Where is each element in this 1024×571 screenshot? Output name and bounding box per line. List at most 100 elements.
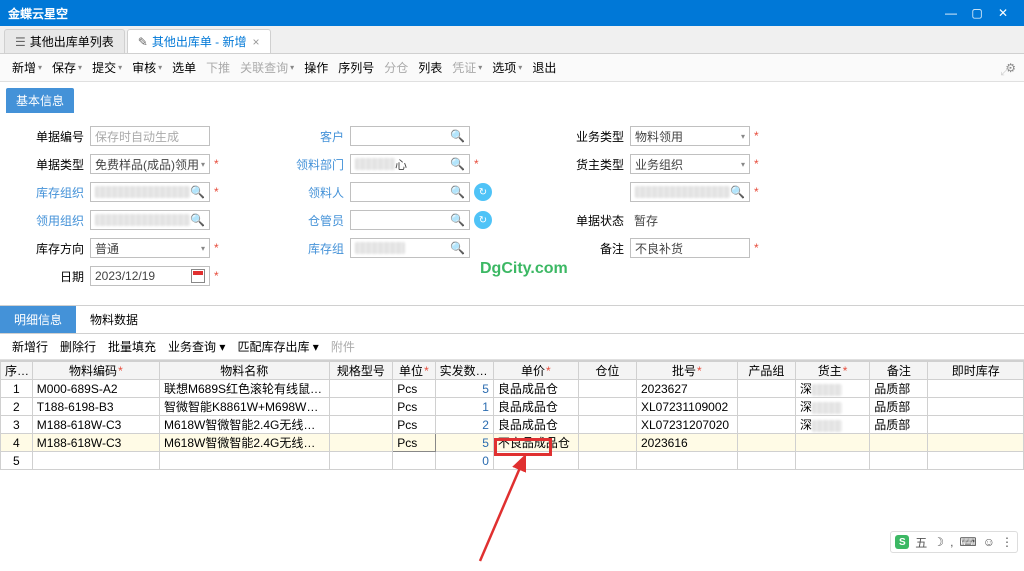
store-mgr-input[interactable]: 🔍 bbox=[350, 210, 470, 230]
tab-close-icon[interactable]: × bbox=[253, 35, 260, 49]
table-cell[interactable]: 良品成品仓 bbox=[493, 380, 578, 398]
table-cell[interactable]: 2023616 bbox=[636, 434, 737, 452]
tool-push[interactable]: 下推 bbox=[202, 57, 234, 78]
table-cell[interactable] bbox=[928, 434, 1024, 452]
table-cell[interactable]: M000-689S-A2 bbox=[32, 380, 159, 398]
table-cell[interactable]: Pcs bbox=[393, 398, 435, 416]
table-row[interactable]: 3M188-618W-C3M618W智微智能2.4G无线鼠标丝印 "3Pcs2良… bbox=[1, 416, 1024, 434]
ime-keyboard-icon[interactable]: ⌨ bbox=[959, 535, 976, 549]
table-row[interactable]: 2T188-6198-B3智微智能K8861W+M698W无线键鼠套Pcs1良品… bbox=[1, 398, 1024, 416]
table-cell[interactable]: Pcs bbox=[393, 434, 435, 452]
refresh-icon[interactable]: ↻ bbox=[474, 183, 492, 201]
doc-no-input[interactable]: 保存时自动生成 bbox=[90, 126, 210, 146]
table-cell[interactable] bbox=[329, 380, 393, 398]
tool-serial[interactable]: 序列号 bbox=[334, 57, 378, 78]
table-cell[interactable]: M618W智微智能2.4G无线鼠标丝印 "3 bbox=[160, 416, 330, 434]
detail-grid[interactable]: 序号 物料编码* 物料名称 规格型号 单位* 实发数量* 单价* 仓位 批号* … bbox=[0, 360, 1024, 470]
date-input[interactable]: 2023/12/19 bbox=[90, 266, 210, 286]
table-cell[interactable]: Pcs bbox=[393, 380, 435, 398]
table-cell[interactable]: 5 bbox=[435, 380, 493, 398]
table-cell[interactable] bbox=[737, 398, 795, 416]
table-cell[interactable] bbox=[928, 452, 1024, 470]
table-cell[interactable]: 品质部 bbox=[870, 416, 928, 434]
table-cell[interactable] bbox=[737, 416, 795, 434]
tool-voucher[interactable]: 凭证▾ bbox=[448, 57, 486, 78]
stock-org-input[interactable]: 🔍 bbox=[90, 182, 210, 202]
table-cell[interactable] bbox=[928, 398, 1024, 416]
tool-select-doc[interactable]: 选单 bbox=[168, 57, 200, 78]
recv-person-input[interactable]: 🔍 bbox=[350, 182, 470, 202]
table-cell[interactable] bbox=[578, 434, 636, 452]
btn-match-stock[interactable]: 匹配库存出库 ▾ bbox=[233, 336, 322, 357]
table-cell[interactable]: 深 bbox=[795, 398, 869, 416]
tool-assoc[interactable]: 关联查询▾ bbox=[236, 57, 298, 78]
table-cell[interactable] bbox=[737, 380, 795, 398]
table-cell[interactable]: M618W智微智能2.4G无线鼠标丝印 "3 bbox=[160, 434, 330, 452]
tool-options[interactable]: 选项▾ bbox=[488, 57, 526, 78]
table-cell[interactable]: 联想M689S红色滚轮有线鼠标（工业包 bbox=[160, 380, 330, 398]
table-cell[interactable]: 2 bbox=[435, 416, 493, 434]
table-cell[interactable] bbox=[928, 380, 1024, 398]
btn-batch-fill[interactable]: 批量填充 bbox=[104, 336, 160, 357]
owner-blank-input[interactable]: 🔍 bbox=[630, 182, 750, 202]
table-cell[interactable] bbox=[578, 452, 636, 470]
table-cell[interactable]: 品质部 bbox=[870, 380, 928, 398]
table-cell[interactable]: M188-618W-C3 bbox=[32, 416, 159, 434]
btn-attach[interactable]: 附件 bbox=[327, 336, 359, 357]
ime-lang[interactable]: 五 bbox=[915, 534, 927, 551]
table-cell[interactable] bbox=[578, 416, 636, 434]
tab-new-doc[interactable]: ✎ 其他出库单 - 新增 × bbox=[127, 29, 271, 53]
biz-type-select[interactable]: 物料领用▾ bbox=[630, 126, 750, 146]
table-cell[interactable] bbox=[737, 434, 795, 452]
expand-icon[interactable]: ⤢ bbox=[1000, 64, 1010, 79]
table-cell[interactable]: 5 bbox=[435, 434, 493, 452]
table-cell[interactable]: 良品成品仓 bbox=[493, 398, 578, 416]
tool-new[interactable]: 新增▾ bbox=[8, 57, 46, 78]
stock-group-input[interactable]: 🔍 bbox=[350, 238, 470, 258]
table-cell[interactable] bbox=[578, 398, 636, 416]
tab-detail-info[interactable]: 明细信息 bbox=[0, 306, 76, 333]
table-cell[interactable]: Pcs bbox=[393, 416, 435, 434]
table-cell[interactable] bbox=[493, 452, 578, 470]
tool-audit[interactable]: 审核▾ bbox=[128, 57, 166, 78]
table-cell[interactable] bbox=[578, 380, 636, 398]
table-cell[interactable]: 深 bbox=[795, 380, 869, 398]
table-cell[interactable]: XL07231109002 bbox=[636, 398, 737, 416]
table-cell[interactable] bbox=[329, 434, 393, 452]
table-cell[interactable]: M188-618W-C3 bbox=[32, 434, 159, 452]
refresh-icon[interactable]: ↻ bbox=[474, 211, 492, 229]
table-cell[interactable] bbox=[636, 452, 737, 470]
table-cell[interactable]: XL07231207020 bbox=[636, 416, 737, 434]
table-cell[interactable]: 2023627 bbox=[636, 380, 737, 398]
table-cell[interactable]: 品质部 bbox=[870, 398, 928, 416]
btn-add-row[interactable]: 新增行 bbox=[8, 336, 52, 357]
table-cell[interactable] bbox=[32, 452, 159, 470]
ime-moon-icon[interactable]: ☽ bbox=[933, 535, 944, 549]
table-cell[interactable]: 2 bbox=[1, 398, 33, 416]
table-cell[interactable]: T188-6198-B3 bbox=[32, 398, 159, 416]
tab-material-data[interactable]: 物料数据 bbox=[76, 306, 152, 333]
ime-face-icon[interactable]: ☺ bbox=[983, 535, 995, 549]
tab-list[interactable]: ☰ 其他出库单列表 bbox=[4, 29, 125, 53]
ime-punct-icon[interactable]: , bbox=[950, 535, 953, 549]
table-cell[interactable] bbox=[393, 452, 435, 470]
table-cell[interactable]: 5 bbox=[1, 452, 33, 470]
minimize-button[interactable]: — bbox=[938, 0, 964, 26]
table-cell[interactable] bbox=[870, 452, 928, 470]
table-cell[interactable]: 3 bbox=[1, 416, 33, 434]
table-row[interactable]: 50 bbox=[1, 452, 1024, 470]
table-cell[interactable] bbox=[795, 434, 869, 452]
table-cell[interactable]: 不良品成品仓 bbox=[493, 434, 578, 452]
table-cell[interactable]: 4 bbox=[1, 434, 33, 452]
table-cell[interactable]: 智微智能K8861W+M698W无线键鼠套 bbox=[160, 398, 330, 416]
customer-input[interactable]: 🔍 bbox=[350, 126, 470, 146]
tool-op[interactable]: 操作 bbox=[300, 57, 332, 78]
table-row[interactable]: 4M188-618W-C3M618W智微智能2.4G无线鼠标丝印 "3 Pcs5不… bbox=[1, 434, 1024, 452]
table-cell[interactable] bbox=[160, 452, 330, 470]
remark-input[interactable]: 不良补货 bbox=[630, 238, 750, 258]
sogou-icon[interactable]: S bbox=[895, 535, 909, 549]
table-cell[interactable] bbox=[795, 452, 869, 470]
table-cell[interactable] bbox=[329, 416, 393, 434]
table-cell[interactable]: 0 bbox=[435, 452, 493, 470]
recv-dept-input[interactable]: 心🔍 bbox=[350, 154, 470, 174]
